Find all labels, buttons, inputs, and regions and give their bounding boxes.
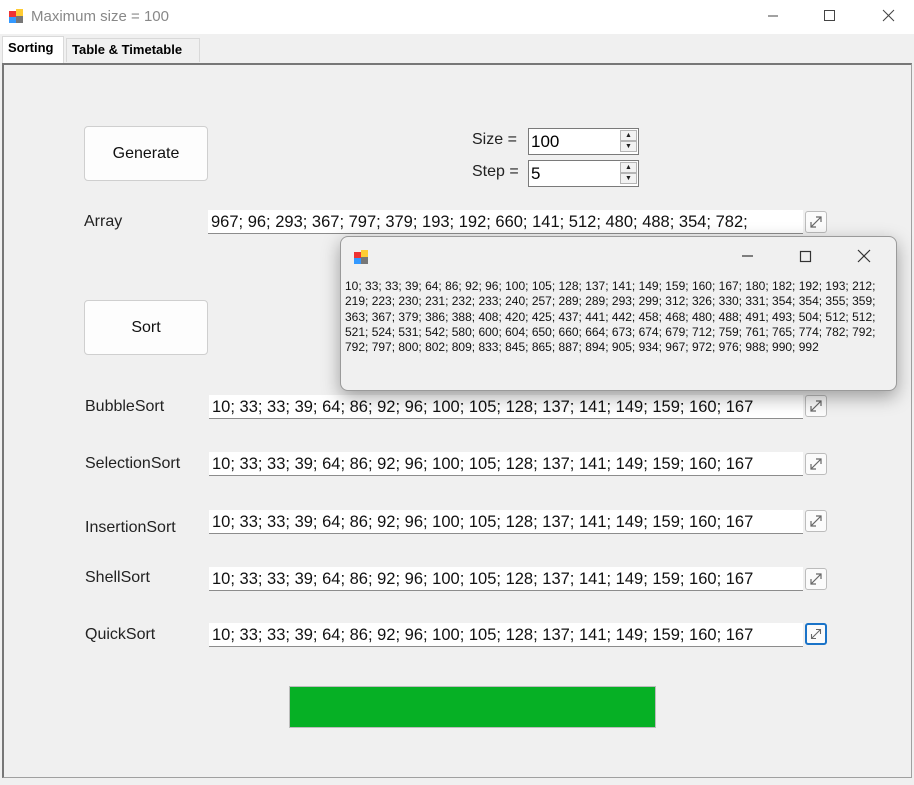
maximize-icon	[799, 250, 812, 263]
popup-maximize-button[interactable]	[784, 242, 840, 272]
expand-icon	[810, 573, 822, 585]
close-button[interactable]	[858, 0, 914, 34]
bubble-expand-button[interactable]	[805, 395, 827, 417]
tab-table-timetable[interactable]: Table & Timetable	[66, 38, 200, 62]
close-icon	[882, 9, 895, 22]
popup-array-text: 10; 33; 33; 39; 64; 86; 92; 96; 100; 105…	[345, 279, 876, 355]
selection-sort-label: SelectionSort	[85, 455, 181, 472]
array-popup-window: 10; 33; 33; 39; 64; 86; 92; 96; 100; 105…	[340, 236, 897, 391]
title-bar: Maximum size = 100	[0, 0, 914, 34]
step-label: Step =	[472, 163, 519, 180]
expand-icon	[810, 458, 822, 470]
step-value: 5	[531, 164, 541, 183]
spin-up-icon[interactable]: ▲	[620, 162, 637, 173]
selection-expand-button[interactable]	[805, 453, 827, 475]
array-field[interactable]: 967; 96; 293; 367; 797; 379; 193; 192; 6…	[208, 210, 803, 234]
window-title: Maximum size = 100	[31, 8, 169, 25]
size-value: 100	[531, 132, 560, 151]
bubble-sort-label: BubbleSort	[85, 398, 165, 415]
expand-icon	[810, 515, 822, 527]
size-input[interactable]: 100 ▲ ▼	[528, 128, 639, 155]
quick-sort-field[interactable]: 10; 33; 33; 39; 64; 86; 92; 96; 100; 105…	[209, 623, 803, 647]
spin-up-icon[interactable]: ▲	[620, 130, 637, 141]
spin-down-icon[interactable]: ▼	[620, 141, 637, 152]
app-icon	[9, 9, 23, 23]
quick-expand-button[interactable]	[805, 623, 827, 645]
generate-button[interactable]: Generate	[84, 126, 208, 181]
minimize-icon	[768, 15, 778, 17]
maximize-button[interactable]	[802, 0, 858, 34]
size-label: Size =	[472, 131, 517, 148]
insertion-sort-field[interactable]: 10; 33; 33; 39; 64; 86; 92; 96; 100; 105…	[209, 510, 803, 534]
insertion-sort-label: InsertionSort	[85, 519, 176, 536]
shell-sort-field[interactable]: 10; 33; 33; 39; 64; 86; 92; 96; 100; 105…	[209, 567, 803, 591]
quick-sort-label: QuickSort	[85, 626, 156, 643]
app-icon	[354, 250, 368, 264]
step-spinner[interactable]: ▲ ▼	[620, 162, 637, 185]
step-input[interactable]: 5 ▲ ▼	[528, 160, 639, 187]
shell-sort-label: ShellSort	[85, 569, 150, 586]
expand-icon	[810, 216, 822, 228]
popup-close-button[interactable]	[840, 242, 896, 272]
array-label: Array	[84, 213, 123, 230]
bubble-sort-field[interactable]: 10; 33; 33; 39; 64; 86; 92; 96; 100; 105…	[209, 395, 803, 419]
shell-expand-button[interactable]	[805, 568, 827, 590]
tab-strip: Sorting Table & Timetable	[0, 36, 914, 64]
tab-sorting[interactable]: Sorting	[2, 36, 64, 64]
progress-fill	[290, 687, 655, 727]
array-expand-button[interactable]	[805, 211, 827, 233]
insertion-expand-button[interactable]	[805, 510, 827, 532]
expand-icon	[810, 400, 822, 412]
close-icon	[857, 249, 871, 263]
expand-icon	[810, 628, 822, 640]
selection-sort-field[interactable]: 10; 33; 33; 39; 64; 86; 92; 96; 100; 105…	[209, 452, 803, 476]
minimize-button[interactable]	[745, 0, 801, 34]
size-spinner[interactable]: ▲ ▼	[620, 130, 637, 153]
minimize-icon	[742, 255, 753, 257]
spin-down-icon[interactable]: ▼	[620, 173, 637, 184]
progress-bar	[289, 686, 656, 728]
sort-button[interactable]: Sort	[84, 300, 208, 355]
popup-minimize-button[interactable]	[727, 242, 783, 272]
maximize-icon	[824, 10, 835, 21]
